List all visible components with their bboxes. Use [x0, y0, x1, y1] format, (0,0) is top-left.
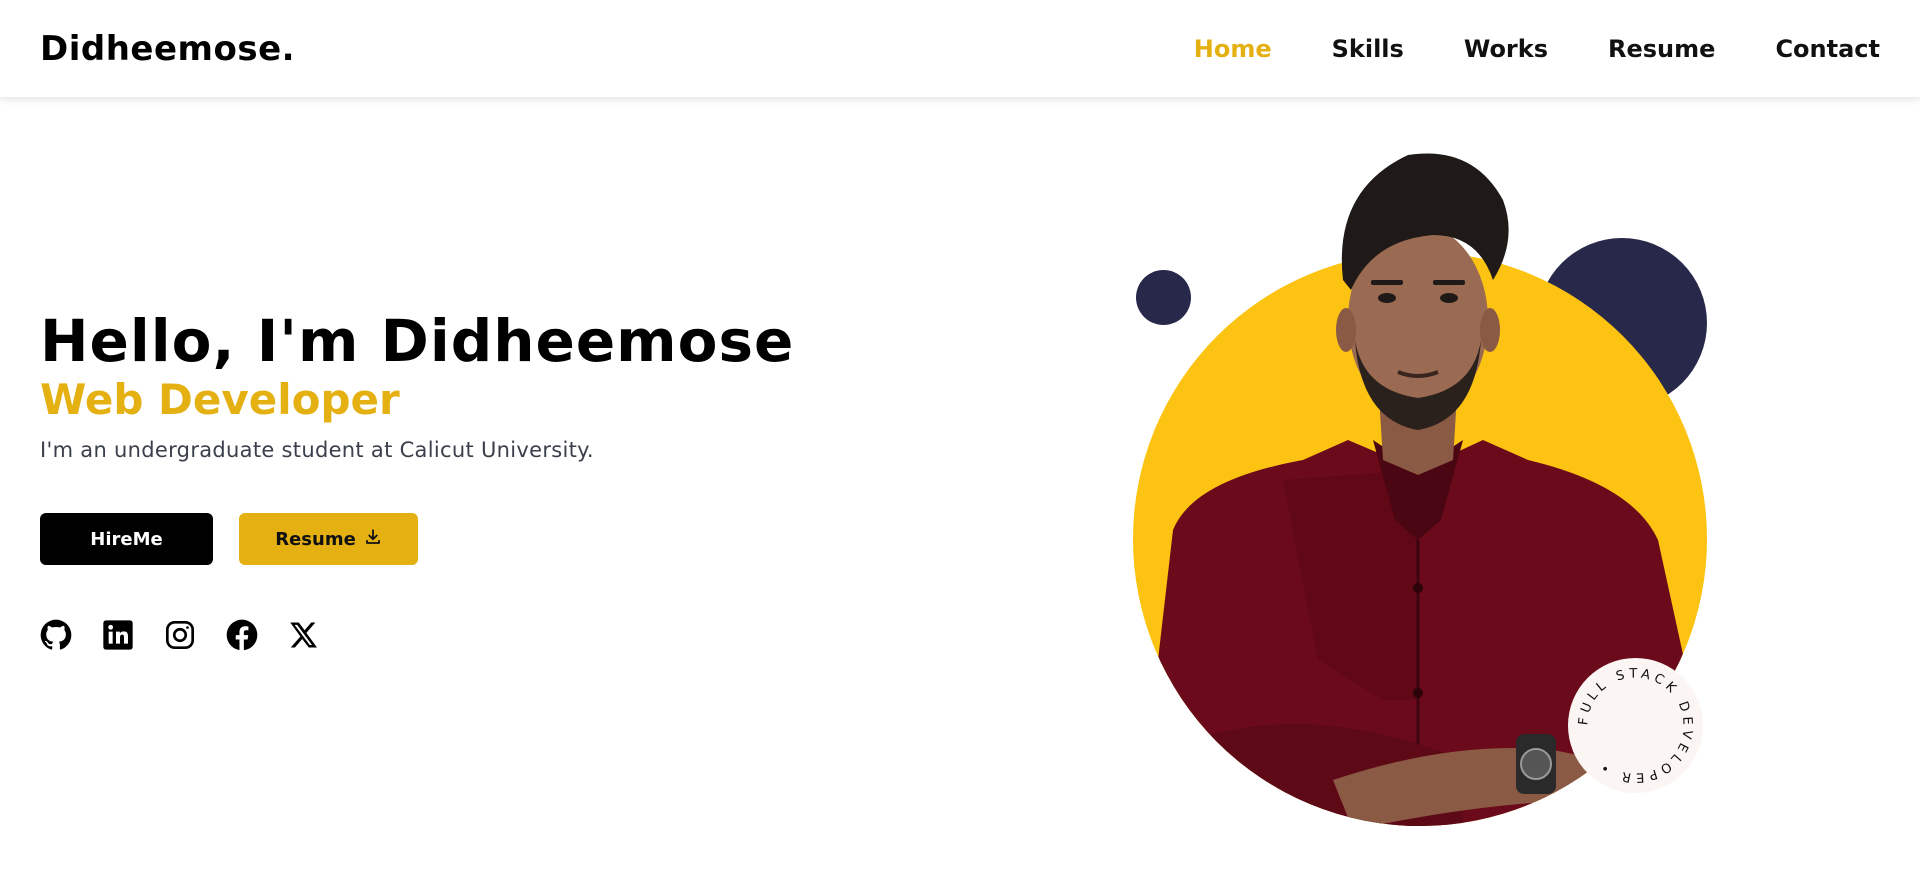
facebook-icon[interactable]: [226, 619, 258, 651]
nav-works[interactable]: Works: [1464, 35, 1548, 63]
github-icon[interactable]: [40, 619, 72, 651]
badge-text: FULL STACK DEVELOPER •: [1576, 666, 1690, 784]
full-stack-developer-badge: FULL STACK DEVELOPER •: [1568, 658, 1703, 793]
hero-greeting: Hello, I'm Didheemose: [40, 307, 795, 375]
hero-bio: I'm an undergraduate student at Calicut …: [40, 438, 594, 463]
social-links: [40, 619, 320, 651]
site-header: Didheemose. Home Skills Works Resume Con…: [0, 0, 1920, 97]
site-logo[interactable]: Didheemose.: [40, 29, 295, 69]
instagram-icon[interactable]: [164, 619, 196, 651]
resume-download-button[interactable]: Resume: [239, 513, 418, 565]
download-icon: [364, 528, 382, 551]
hero-portrait-area: FULL STACK DEVELOPER •: [1120, 140, 1720, 840]
x-icon[interactable]: [288, 619, 320, 651]
main-nav: Home Skills Works Resume Contact: [1194, 35, 1880, 63]
nav-skills[interactable]: Skills: [1332, 35, 1404, 63]
hire-me-button[interactable]: HireMe: [40, 513, 213, 565]
linkedin-icon[interactable]: [102, 619, 134, 651]
resume-label: Resume: [275, 528, 356, 550]
svg-text:FULL STACK DEVELOPER •: FULL STACK DEVELOPER •: [1576, 666, 1695, 784]
hero-buttons: HireMe Resume: [40, 513, 418, 565]
nav-home[interactable]: Home: [1194, 35, 1272, 63]
hero-role: Web Developer: [40, 374, 400, 424]
hero-text: Hello, I'm Didheemose Web Developer I'm …: [40, 307, 800, 463]
nav-contact[interactable]: Contact: [1775, 35, 1880, 63]
hire-me-label: HireMe: [90, 528, 163, 550]
nav-resume[interactable]: Resume: [1608, 35, 1715, 63]
